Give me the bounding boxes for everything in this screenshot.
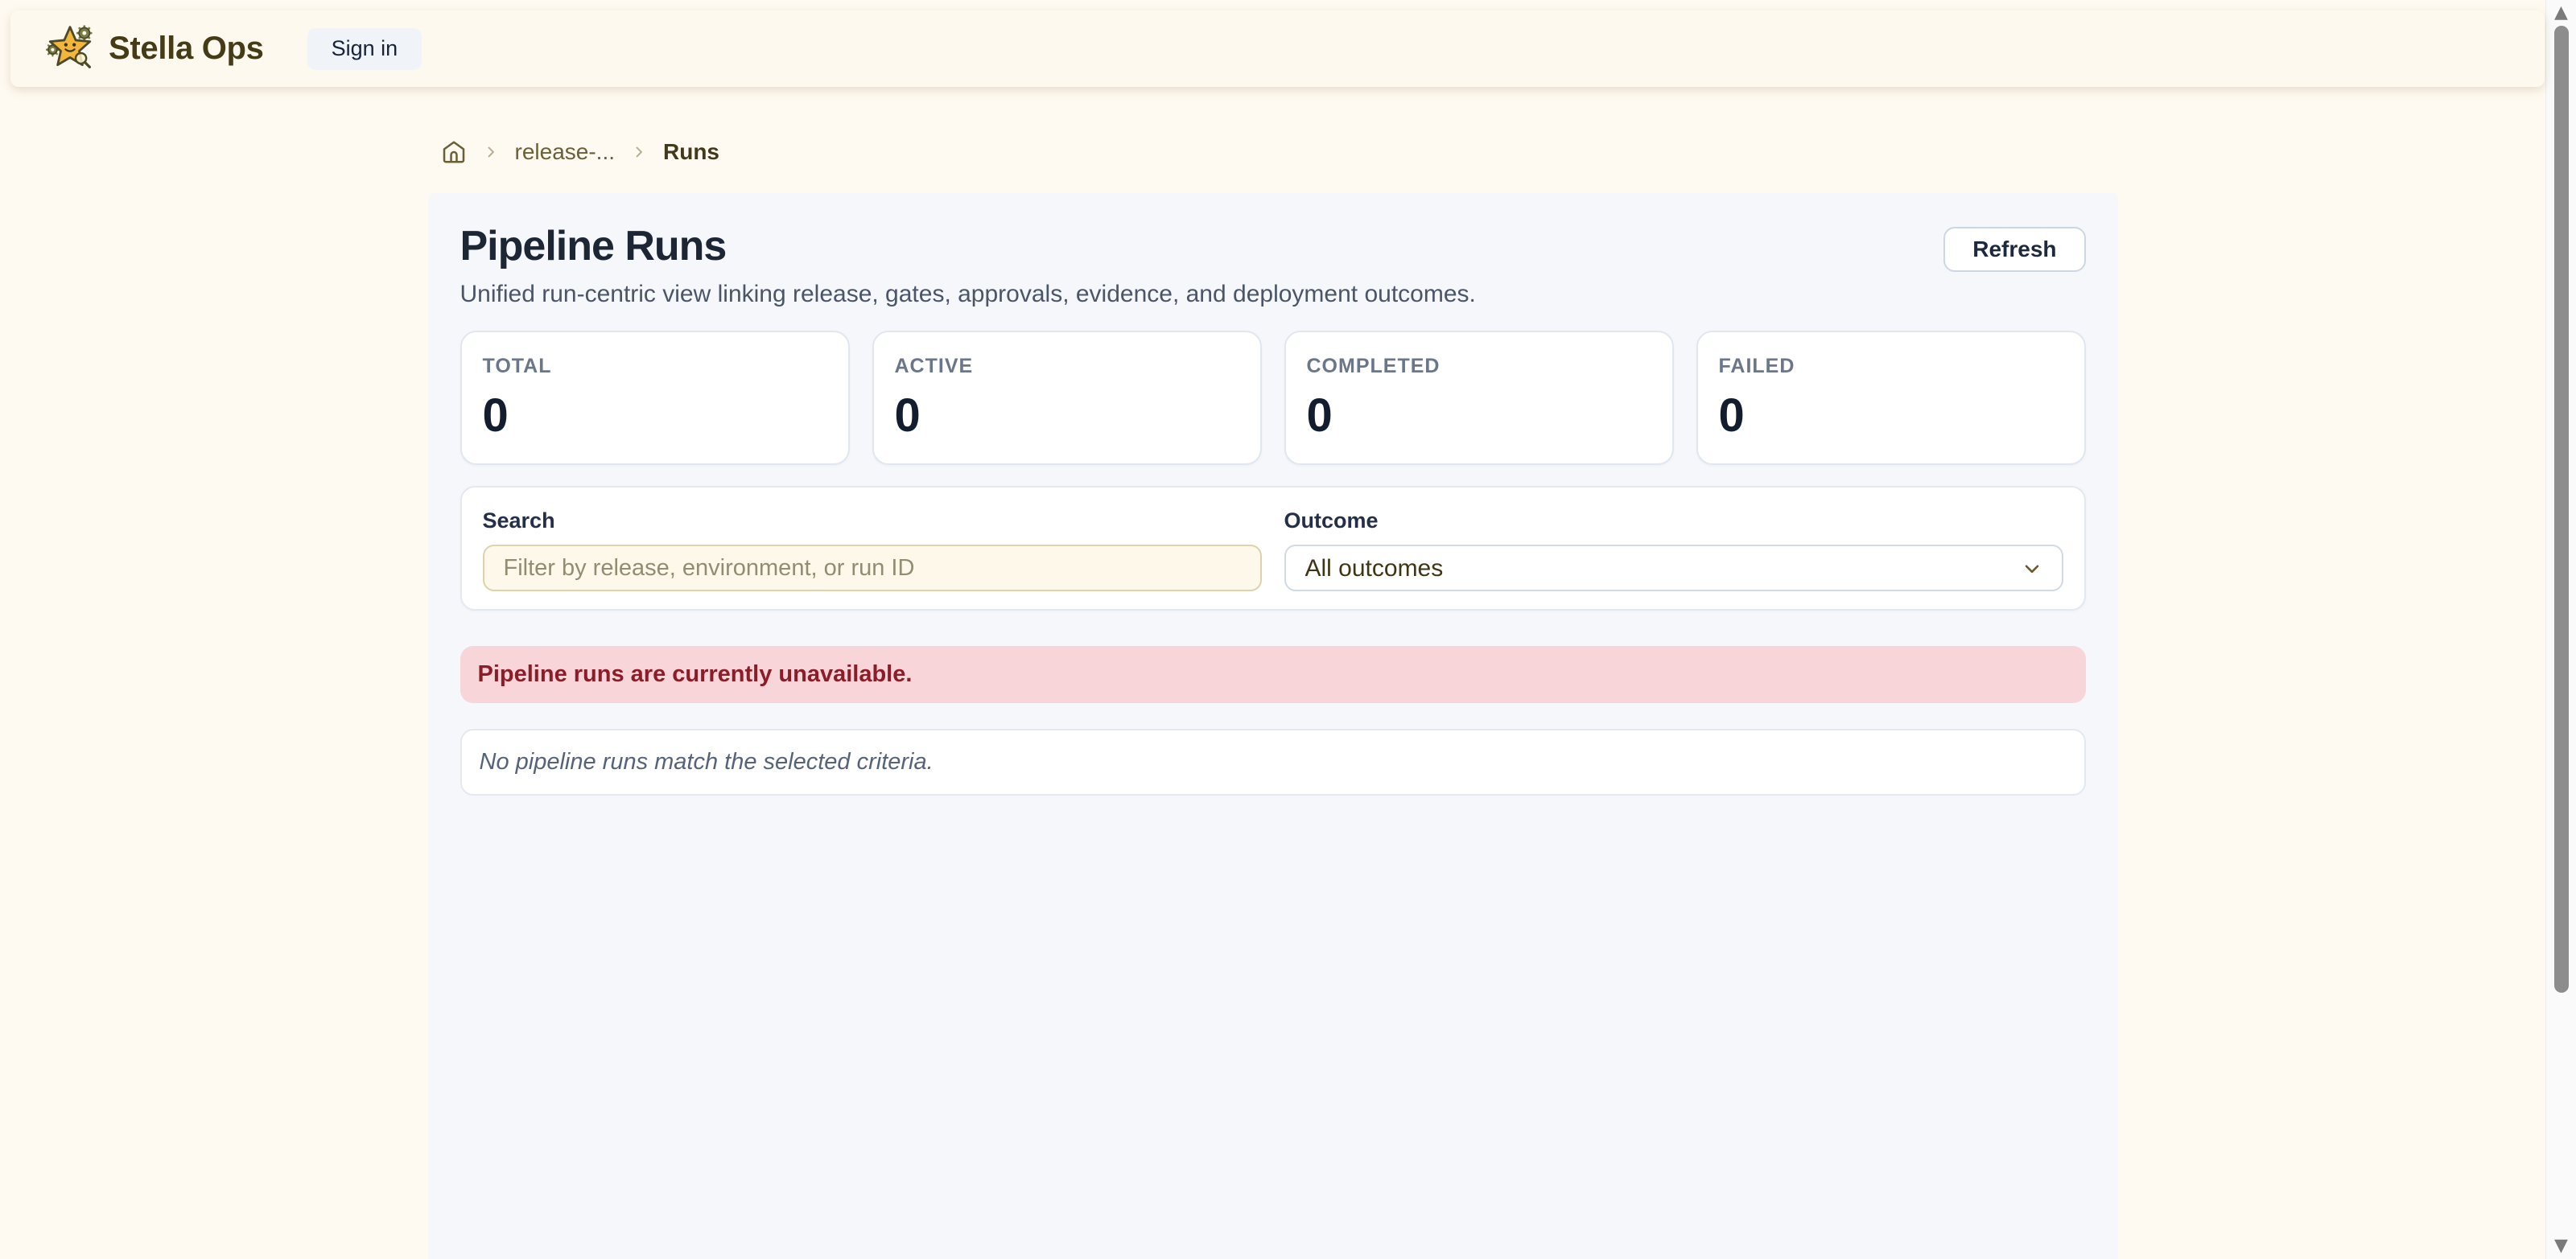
- page-content: Stella Ops Sign in release-... Runs Pipe…: [0, 0, 2545, 1259]
- filters-panel: Search Outcome All outcomes: [460, 486, 2086, 611]
- home-icon[interactable]: [441, 139, 467, 165]
- stat-card-total: TOTAL 0: [460, 331, 850, 465]
- chevron-right-icon: [483, 144, 499, 160]
- chevron-right-icon: [631, 144, 647, 160]
- page-title: Pipeline Runs: [460, 224, 1476, 269]
- stat-value: 0: [1307, 393, 1651, 439]
- stat-label: COMPLETED: [1307, 355, 1651, 378]
- empty-state-message: No pipeline runs match the selected crit…: [460, 729, 2086, 796]
- breadcrumb-item-runs: Runs: [663, 139, 719, 165]
- outcome-field-group: Outcome All outcomes: [1284, 508, 2063, 591]
- vertical-scrollbar[interactable]: ▲ ▼: [2545, 0, 2576, 1259]
- stat-label: TOTAL: [483, 355, 827, 378]
- sign-in-button[interactable]: Sign in: [307, 28, 422, 70]
- stat-value: 0: [895, 393, 1239, 439]
- search-label: Search: [483, 508, 1262, 533]
- outcome-select[interactable]: All outcomes: [1284, 545, 2063, 591]
- stat-card-failed: FAILED 0: [1696, 331, 2086, 465]
- breadcrumb: release-... Runs: [428, 138, 2118, 166]
- brand-title: Stella Ops: [109, 31, 264, 67]
- panel-header-text: Pipeline Runs Unified run-centric view l…: [460, 224, 1476, 308]
- scroll-down-icon[interactable]: ▼: [2546, 1235, 2576, 1257]
- stats-row: TOTAL 0 ACTIVE 0 COMPLETED 0 FAILED 0: [460, 331, 2086, 465]
- stat-card-active: ACTIVE 0: [872, 331, 1262, 465]
- pipeline-runs-panel: Pipeline Runs Unified run-centric view l…: [428, 193, 2118, 1259]
- stat-value: 0: [1719, 393, 2063, 439]
- outcome-label: Outcome: [1284, 508, 2063, 533]
- error-banner: Pipeline runs are currently unavailable.: [460, 646, 2086, 703]
- stella-ops-logo-icon: [46, 23, 94, 75]
- refresh-button[interactable]: Refresh: [1943, 227, 2085, 272]
- panel-header: Pipeline Runs Unified run-centric view l…: [460, 224, 2086, 308]
- search-input[interactable]: [483, 545, 1262, 591]
- scrollbar-thumb[interactable]: [2554, 26, 2569, 993]
- page-subtitle: Unified run-centric view linking release…: [460, 281, 1476, 308]
- stat-label: ACTIVE: [895, 355, 1239, 378]
- stat-label: FAILED: [1719, 355, 2063, 378]
- stat-card-completed: COMPLETED 0: [1284, 331, 1674, 465]
- search-field-group: Search: [483, 508, 1262, 591]
- breadcrumb-item-release[interactable]: release-...: [515, 139, 616, 165]
- app-header: Stella Ops Sign in: [10, 10, 2545, 87]
- stat-value: 0: [483, 393, 827, 439]
- scroll-up-icon[interactable]: ▲: [2546, 2, 2576, 24]
- brand-link[interactable]: Stella Ops: [46, 23, 264, 75]
